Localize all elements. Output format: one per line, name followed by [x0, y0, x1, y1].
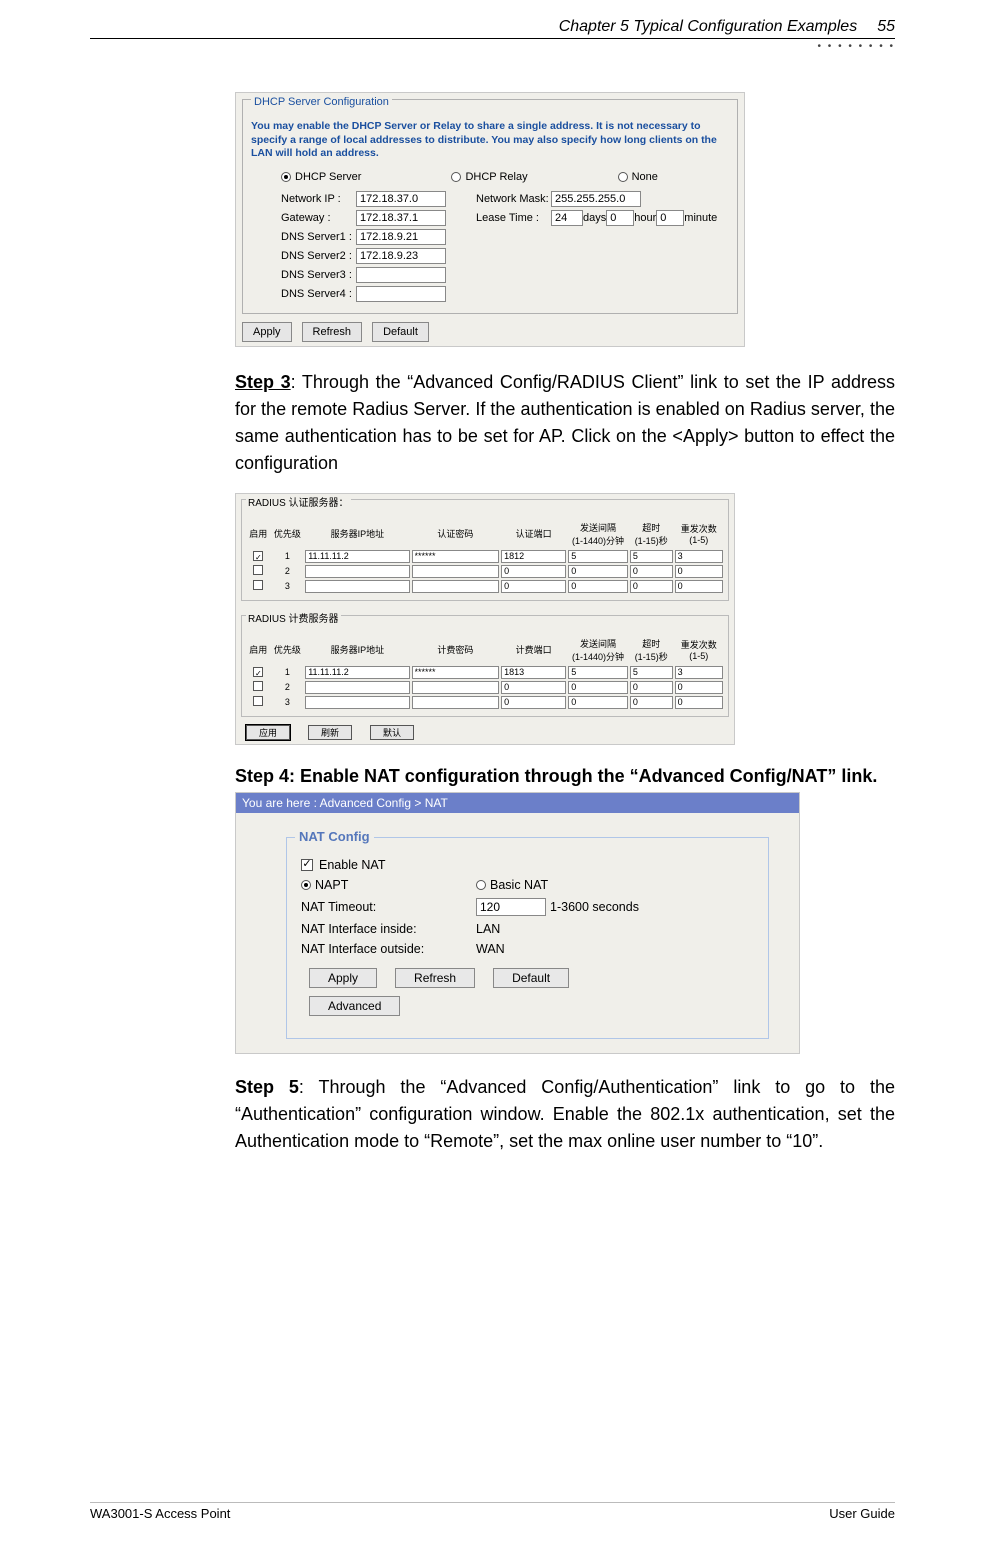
dhcp-relay-radio[interactable]: DHCP Relay	[451, 171, 527, 183]
dhcp-note: You may enable the DHCP Server or Relay …	[251, 120, 729, 161]
table-row: 3	[246, 695, 724, 710]
lease-hour-input[interactable]	[606, 210, 634, 226]
radius-default-button[interactable]: 默认	[370, 725, 414, 740]
nat-default-button[interactable]: Default	[493, 968, 569, 988]
auth-enable-checkbox[interactable]	[253, 580, 263, 590]
lease-minute-input[interactable]	[656, 210, 684, 226]
table-row: 3	[246, 579, 724, 594]
basic-nat-radio[interactable]: Basic NAT	[476, 878, 548, 892]
acct-ip-input[interactable]	[305, 696, 409, 709]
chapter-title: Chapter 5 Typical Configuration Examples	[559, 18, 858, 36]
acct-retry-input[interactable]	[675, 681, 723, 694]
lease-days-input[interactable]	[551, 210, 583, 226]
network-mask-input[interactable]	[551, 191, 641, 207]
footer-right: User Guide	[829, 1506, 895, 1521]
table-row: 2	[246, 680, 724, 695]
napt-radio[interactable]: NAPT	[301, 878, 476, 892]
acct-timeout-input[interactable]	[630, 681, 673, 694]
acct-enable-checkbox[interactable]: ✓	[253, 667, 263, 677]
acct-pw-input[interactable]	[412, 666, 500, 679]
auth-retry-input[interactable]	[675, 550, 723, 563]
auth-port-input[interactable]	[501, 580, 566, 593]
dhcp-server-radio[interactable]: DHCP Server	[281, 171, 361, 183]
auth-pw-input[interactable]	[412, 550, 500, 563]
acct-port-input[interactable]	[501, 696, 566, 709]
radius-apply-button[interactable]: 应用	[246, 725, 290, 740]
auth-enable-checkbox[interactable]: ✓	[253, 551, 263, 561]
auth-pw-input[interactable]	[412, 565, 500, 578]
auth-port-input[interactable]	[501, 550, 566, 563]
radius-acct-table: 启用 优先级 服务器IP地址 计费密码 计费端口 发送间隔 (1-1440)分钟…	[246, 635, 724, 710]
auth-interval-input[interactable]	[568, 550, 628, 563]
auth-timeout-input[interactable]	[630, 580, 673, 593]
auth-ip-input[interactable]	[305, 580, 409, 593]
dhcp-default-button[interactable]: Default	[372, 322, 429, 342]
auth-timeout-input[interactable]	[630, 550, 673, 563]
page-header: Chapter 5 Typical Configuration Examples…	[90, 18, 895, 39]
step4-text: Step 4: Enable NAT configuration through…	[235, 763, 895, 790]
radius-screenshot: RADIUS 认证服务器： 启用 优先级 服务器IP地址 认证密码 认证端口 发…	[235, 493, 735, 745]
acct-interval-input[interactable]	[568, 681, 628, 694]
acct-interval-input[interactable]	[568, 666, 628, 679]
enable-nat-checkbox[interactable]: ✓	[301, 859, 313, 871]
dhcp-apply-button[interactable]: Apply	[242, 322, 292, 342]
acct-ip-input[interactable]	[305, 681, 409, 694]
dhcp-screenshot: DHCP Server Configuration You may enable…	[235, 92, 745, 347]
acct-retry-input[interactable]	[675, 696, 723, 709]
auth-retry-input[interactable]	[675, 580, 723, 593]
dhcp-none-radio[interactable]: None	[618, 171, 658, 183]
acct-port-input[interactable]	[501, 666, 566, 679]
dns1-input[interactable]	[356, 229, 446, 245]
auth-port-input[interactable]	[501, 565, 566, 578]
nat-legend: NAT Config	[295, 829, 374, 844]
page-footer: WA3001-S Access Point User Guide	[90, 1502, 895, 1521]
nat-timeout-input[interactable]	[476, 898, 546, 916]
acct-pw-input[interactable]	[412, 696, 500, 709]
table-row: ✓1	[246, 549, 724, 564]
table-row: 2	[246, 564, 724, 579]
dns2-input[interactable]	[356, 248, 446, 264]
acct-interval-input[interactable]	[568, 696, 628, 709]
radius-auth-table: 启用 优先级 服务器IP地址 认证密码 认证端口 发送间隔 (1-1440)分钟…	[246, 519, 724, 594]
nat-screenshot: You are here : Advanced Config > NAT NAT…	[235, 792, 800, 1054]
radius-refresh-button[interactable]: 刷新	[308, 725, 352, 740]
page-number: 55	[877, 18, 895, 36]
auth-pw-input[interactable]	[412, 580, 500, 593]
nat-apply-button[interactable]: Apply	[309, 968, 377, 988]
dns4-input[interactable]	[356, 286, 446, 302]
acct-timeout-input[interactable]	[630, 666, 673, 679]
acct-ip-input[interactable]	[305, 666, 409, 679]
dns3-input[interactable]	[356, 267, 446, 283]
acct-enable-checkbox[interactable]	[253, 696, 263, 706]
auth-interval-input[interactable]	[568, 565, 628, 578]
gateway-input[interactable]	[356, 210, 446, 226]
auth-ip-input[interactable]	[305, 565, 409, 578]
acct-pw-input[interactable]	[412, 681, 500, 694]
acct-port-input[interactable]	[501, 681, 566, 694]
nat-advanced-button[interactable]: Advanced	[309, 996, 400, 1016]
auth-timeout-input[interactable]	[630, 565, 673, 578]
auth-retry-input[interactable]	[675, 565, 723, 578]
auth-enable-checkbox[interactable]	[253, 565, 263, 575]
auth-interval-input[interactable]	[568, 580, 628, 593]
acct-retry-input[interactable]	[675, 666, 723, 679]
footer-left: WA3001-S Access Point	[90, 1506, 230, 1521]
auth-ip-input[interactable]	[305, 550, 409, 563]
dhcp-refresh-button[interactable]: Refresh	[302, 322, 363, 342]
acct-enable-checkbox[interactable]	[253, 681, 263, 691]
step5-text: Step 5: Through the “Advanced Config/Aut…	[235, 1074, 895, 1155]
acct-timeout-input[interactable]	[630, 696, 673, 709]
table-row: ✓1	[246, 665, 724, 680]
header-ornament: • • • • • • • •	[90, 41, 895, 52]
network-ip-input[interactable]	[356, 191, 446, 207]
breadcrumb: You are here : Advanced Config > NAT	[236, 793, 799, 813]
step3-text: Step 3: Through the “Advanced Config/RAD…	[235, 369, 895, 477]
dhcp-legend: DHCP Server Configuration	[251, 96, 392, 108]
nat-refresh-button[interactable]: Refresh	[395, 968, 475, 988]
